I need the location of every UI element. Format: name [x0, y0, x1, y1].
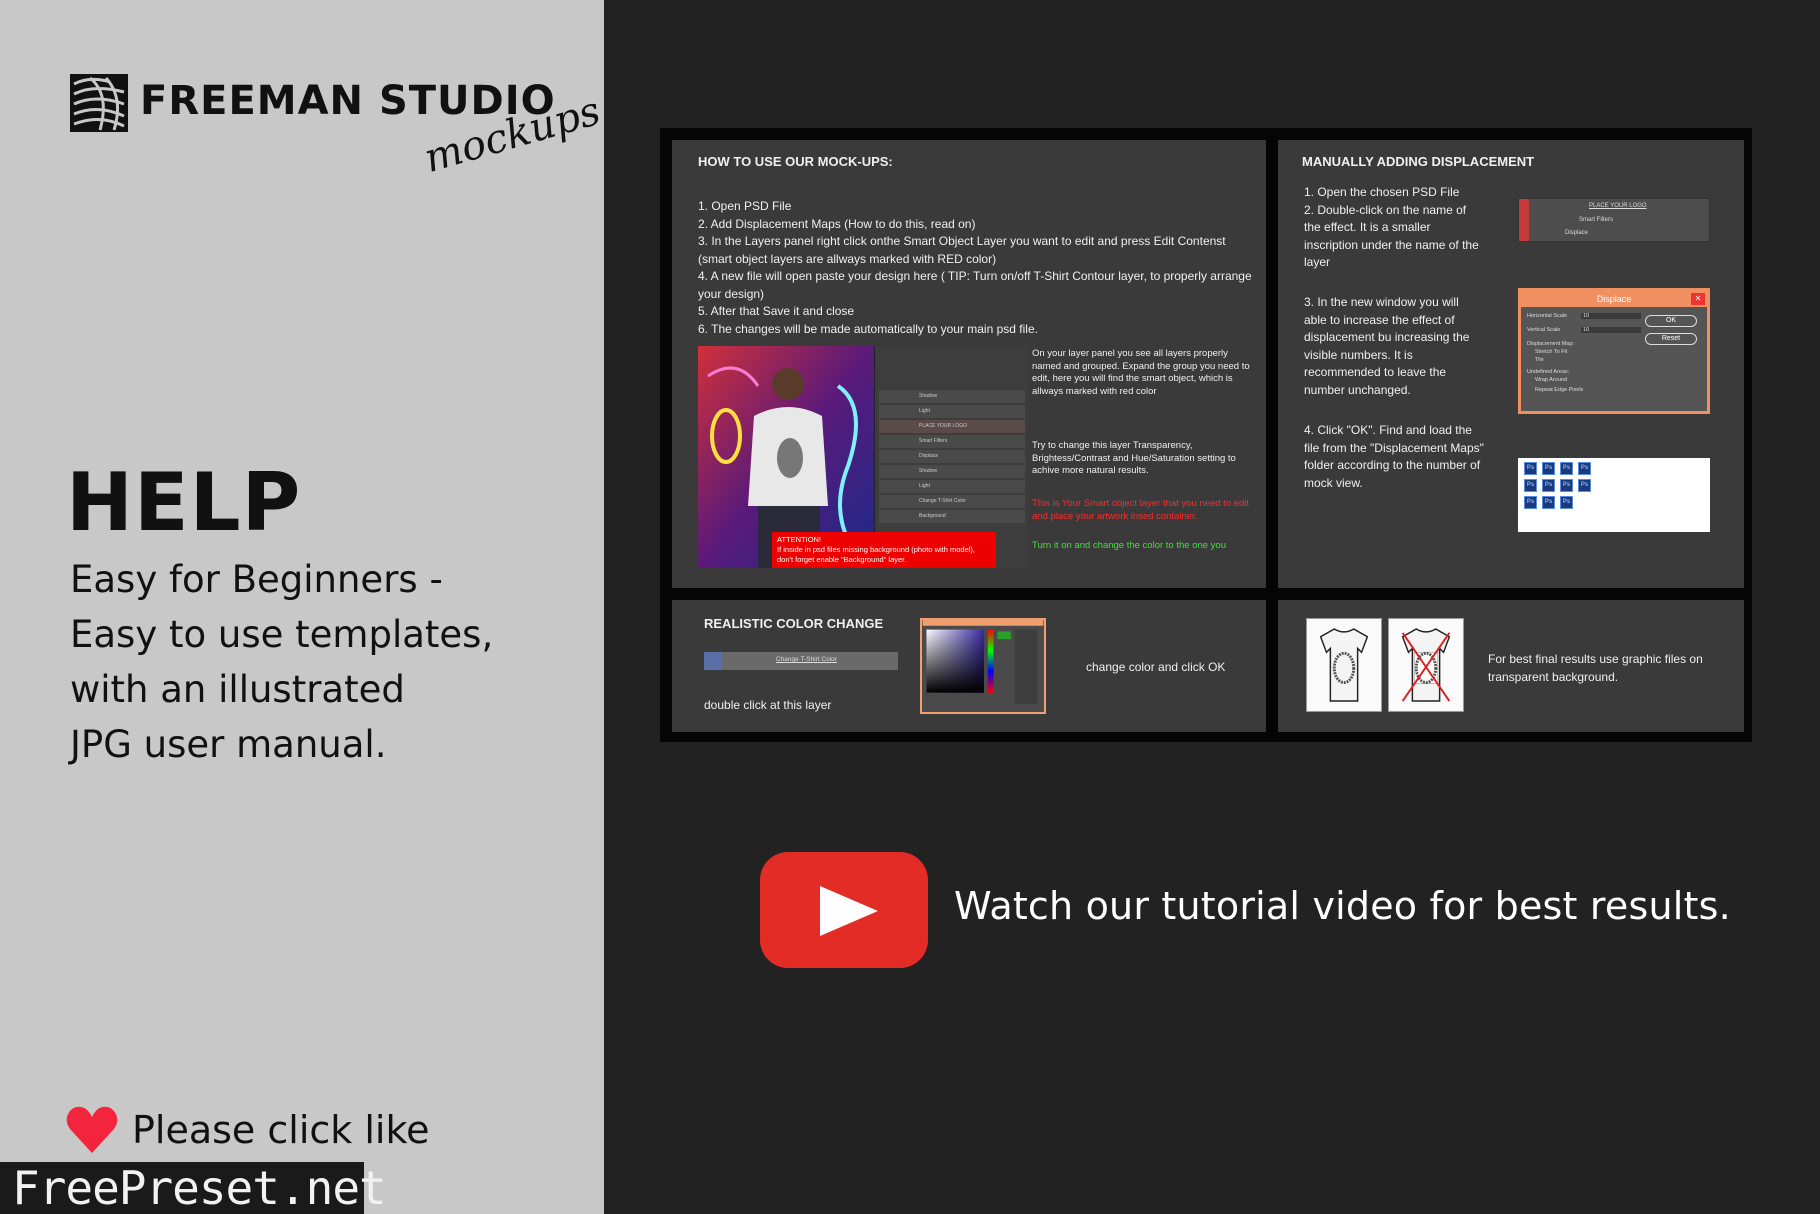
layer-row: Change T-Shirt Color: [879, 495, 1025, 508]
mini-layer-name: PLACE YOUR LOGO: [1589, 203, 1647, 209]
note-transparency: Try to change this layer Transparency, B…: [1032, 440, 1236, 476]
youtube-play-button[interactable]: [760, 852, 928, 968]
brand-logo: FREEMAN STUDIO mockups: [70, 74, 605, 182]
ps-file-icon: Ps: [1560, 479, 1573, 492]
attention-note: ATTENTION! If inside in psd files missin…: [772, 532, 996, 568]
layer-row: Displace: [879, 450, 1025, 463]
mini-layer-filters: Smart Filters: [1579, 217, 1614, 223]
dialog-label: Repeat Edge Pixels: [1535, 387, 1584, 393]
best-results-section: For best final results use graphic files…: [1278, 600, 1744, 732]
ps-file-icon: Ps: [1524, 462, 1537, 475]
ps-file-icon: Ps: [1560, 496, 1573, 509]
displace-dialog: Displace ✕ Horizontal Scale 10 Vertical …: [1518, 288, 1710, 414]
zebra-logo-icon: [70, 74, 128, 132]
dialog-label: Horizontal Scale: [1527, 313, 1568, 319]
v-scale-value: 10: [1581, 327, 1641, 333]
layer-row: Background: [879, 510, 1025, 523]
layer-row: Smart Filters: [879, 435, 1025, 448]
ps-file-icon: Ps: [1578, 462, 1591, 475]
attention-line: don't forget enable "Background" layer.: [777, 555, 907, 564]
layer-row: Light: [879, 480, 1025, 493]
dialog-title-text: Displace: [1596, 294, 1632, 304]
color-change-action: change color and click OK: [1086, 660, 1226, 674]
watermark-text: FreePreset.net: [12, 1161, 387, 1214]
howto-step: 4. A new file will open paste your desig…: [698, 269, 1252, 301]
youtube-play-icon: [820, 886, 878, 936]
note-color-layer: Turn it on and change the color to the o…: [1032, 540, 1227, 551]
ps-file-icon: Ps: [1542, 462, 1555, 475]
howto-step: 2. Add Displacement Maps (How to do this…: [698, 216, 976, 231]
displacement-maps-folder: Ps Ps Ps Ps Ps Ps Ps Ps Ps Ps Ps: [1518, 458, 1710, 532]
layer-row: Shadow: [879, 465, 1025, 478]
displacement-section: MANUALLY ADDING DISPLACEMENT 1. Open the…: [1278, 140, 1744, 588]
ps-file-icon: Ps: [1524, 496, 1537, 509]
left-panel: FREEMAN STUDIO mockups HELP Easy for Beg…: [0, 0, 605, 1214]
help-line: JPG user manual.: [70, 723, 387, 766]
displacement-step: 4. Click "OK". Find and load the file fr…: [1304, 423, 1484, 490]
color-picker-dialog: [920, 618, 1046, 714]
help-line: with an illustrated: [70, 668, 405, 711]
ps-file-icon: Ps: [1578, 479, 1591, 492]
user-manual-image: HOW TO USE OUR MOCK-UPS: 1. Open PSD Fil…: [660, 128, 1752, 742]
help-line: Easy to use templates,: [70, 613, 494, 656]
close-icon: ✕: [1691, 293, 1705, 305]
howto-step: 6. The changes will be made automaticall…: [698, 321, 1038, 336]
dialog-reset-button: Reset: [1645, 333, 1697, 345]
ps-file-icon: Ps: [1524, 479, 1537, 492]
color-layer-row: Change T-Shirt Color: [704, 652, 898, 670]
tshirt-good-example: [1306, 618, 1382, 712]
tshirt-bad-example: [1388, 618, 1464, 712]
dialog-ok-button: OK: [1645, 315, 1697, 327]
attention-title: ATTENTION!: [777, 535, 822, 544]
dialog-title: Displace ✕: [1521, 291, 1707, 307]
dialog-label: Undefined Areas:: [1527, 369, 1570, 375]
help-line: Easy for Beginners -: [70, 558, 443, 601]
h-scale-value: 10: [1581, 313, 1641, 319]
displacement-title: MANUALLY ADDING DISPLACEMENT: [1302, 154, 1535, 169]
eye-icon: [704, 652, 722, 670]
help-description: Easy for Beginners - Easy to use templat…: [70, 552, 493, 772]
dialog-label: Displacement Map:: [1527, 341, 1575, 347]
color-change-hint: double click at this layer: [704, 698, 832, 712]
smart-object-marker: [1519, 199, 1529, 241]
ps-file-icon: Ps: [1542, 496, 1555, 509]
mini-layer-panel: PLACE YOUR LOGO Smart Filters Displace: [1518, 198, 1710, 242]
howto-step: 5. After that Save it and close: [698, 304, 855, 318]
mini-layer-effect: Displace: [1565, 230, 1589, 236]
note-smart-object: This is Your Smart object layer that you…: [1032, 498, 1250, 522]
like-prompt[interactable]: Please click like: [66, 1100, 430, 1160]
displacement-step: 1. Open the chosen PSD File 2. Double-cl…: [1304, 185, 1479, 269]
dialog-label: Wrap Around: [1535, 377, 1568, 383]
attention-line: If inside in psd files missing backgroun…: [777, 545, 976, 554]
layer-row: Shadow: [879, 390, 1025, 403]
help-title: HELP: [66, 456, 302, 549]
dialog-label: Vertical Scale: [1527, 327, 1561, 333]
howto-step: 3. In the Layers panel right click onthe…: [698, 234, 1226, 266]
howto-title: HOW TO USE OUR MOCK-UPS:: [698, 154, 893, 169]
ps-file-icon: Ps: [1542, 479, 1555, 492]
note-layer-panel: On your layer panel you see all layers p…: [1032, 348, 1250, 397]
displacement-step: 3. In the new window you will able to in…: [1304, 295, 1470, 397]
like-label: Please click like: [132, 1108, 430, 1152]
color-layer-name: Change T-Shirt Color: [776, 656, 837, 663]
howto-steps: 1. Open PSD File 2. Add Displacement Map…: [698, 198, 1254, 338]
layer-row: PLACE YOUR LOGO: [879, 420, 1025, 433]
howto-section: HOW TO USE OUR MOCK-UPS: 1. Open PSD Fil…: [672, 140, 1266, 588]
howto-step: 1. Open PSD File: [698, 199, 792, 213]
video-tutorial-label[interactable]: Watch our tutorial video for best result…: [954, 884, 1731, 928]
dialog-label: Stretch To Fit: [1535, 349, 1568, 355]
color-change-title: REALISTIC COLOR CHANGE: [704, 616, 884, 631]
layer-row: Light: [879, 405, 1025, 418]
color-change-section: REALISTIC COLOR CHANGE Change T-Shirt Co…: [672, 600, 1266, 732]
ps-file-icon: Ps: [1560, 462, 1573, 475]
watermark: FreePreset.net: [0, 1161, 387, 1214]
dialog-label: Tile: [1535, 357, 1544, 363]
heart-icon[interactable]: [66, 1105, 118, 1155]
best-results-text: For best final results use graphic files…: [1488, 652, 1703, 684]
